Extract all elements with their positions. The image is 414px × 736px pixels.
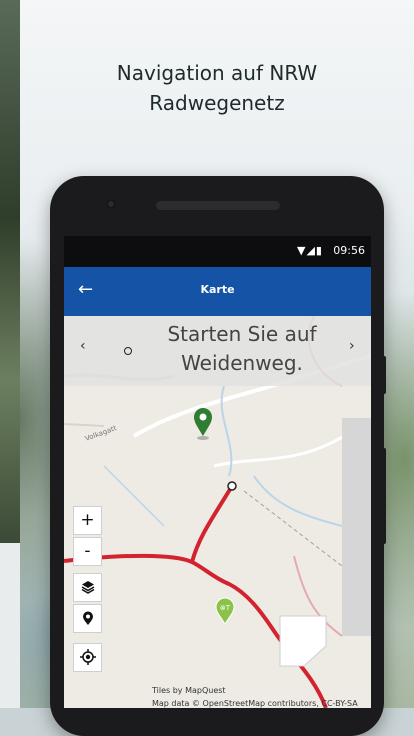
- headline-line-1: Navigation auf NRW: [116, 61, 318, 85]
- stream-3: [103, 465, 165, 527]
- phone-screen: ▼◢▮ 09:56 ← Karte Volkagatt ⊗T ‹ Starten…: [64, 236, 371, 708]
- building: [279, 615, 327, 667]
- layers-button[interactable]: [73, 573, 102, 602]
- headline-line-2: Radwegenetz: [149, 91, 285, 115]
- waypoint-circle: [227, 481, 237, 491]
- zoom-out-button[interactable]: -: [73, 537, 102, 566]
- status-time: 09:56: [333, 244, 365, 257]
- road-minor-2: [64, 423, 105, 427]
- status-icons: ▼◢▮: [297, 244, 323, 257]
- gps-locate-icon: [79, 649, 96, 665]
- prev-instruction-button[interactable]: ‹: [80, 338, 86, 354]
- promo-headline: Navigation auf NRW Radwegenetz: [20, 58, 414, 118]
- front-camera: [106, 199, 116, 209]
- zoom-in-button[interactable]: +: [73, 506, 102, 535]
- gps-locate-button[interactable]: [73, 643, 102, 672]
- route-branch: [190, 484, 234, 563]
- destination-marker-icon[interactable]: [194, 408, 212, 440]
- layers-icon: [81, 581, 94, 594]
- location-pin-button[interactable]: [73, 604, 102, 633]
- map-data-attribution: Map data © OpenStreetMap contributors, C…: [152, 699, 358, 708]
- previous-screenshot-edge: [0, 0, 20, 543]
- app-bar-title: Karte: [200, 283, 235, 296]
- stream-2: [253, 475, 343, 527]
- earpiece-speaker: [156, 201, 280, 210]
- road-white-2: [213, 434, 345, 468]
- next-instruction-button[interactable]: ›: [349, 338, 355, 354]
- instruction-waypoint-icon: [124, 347, 132, 355]
- map-side-panel: [342, 418, 371, 636]
- app-bar: ← Karte: [64, 267, 371, 316]
- map-view[interactable]: Volkagatt ⊗T ‹ Starten Sie auf Weidenweg…: [64, 316, 371, 708]
- volume-button: [382, 448, 386, 544]
- previous-screenshot-edge-bottom: [0, 543, 20, 708]
- current-position-icon: ⊗T: [215, 597, 235, 625]
- status-bar: ▼◢▮ 09:56: [64, 236, 371, 267]
- navigation-instruction: Starten Sie auf Weidenweg.: [167, 322, 317, 375]
- location-pin-icon: [82, 611, 93, 625]
- path-dashed: [243, 490, 343, 567]
- tiles-attribution: Tiles by MapQuest: [152, 686, 226, 695]
- svg-text:⊗T: ⊗T: [220, 604, 231, 612]
- navigation-banner: ‹ Starten Sie auf Weidenweg. ›: [64, 316, 371, 386]
- power-button: [382, 356, 386, 394]
